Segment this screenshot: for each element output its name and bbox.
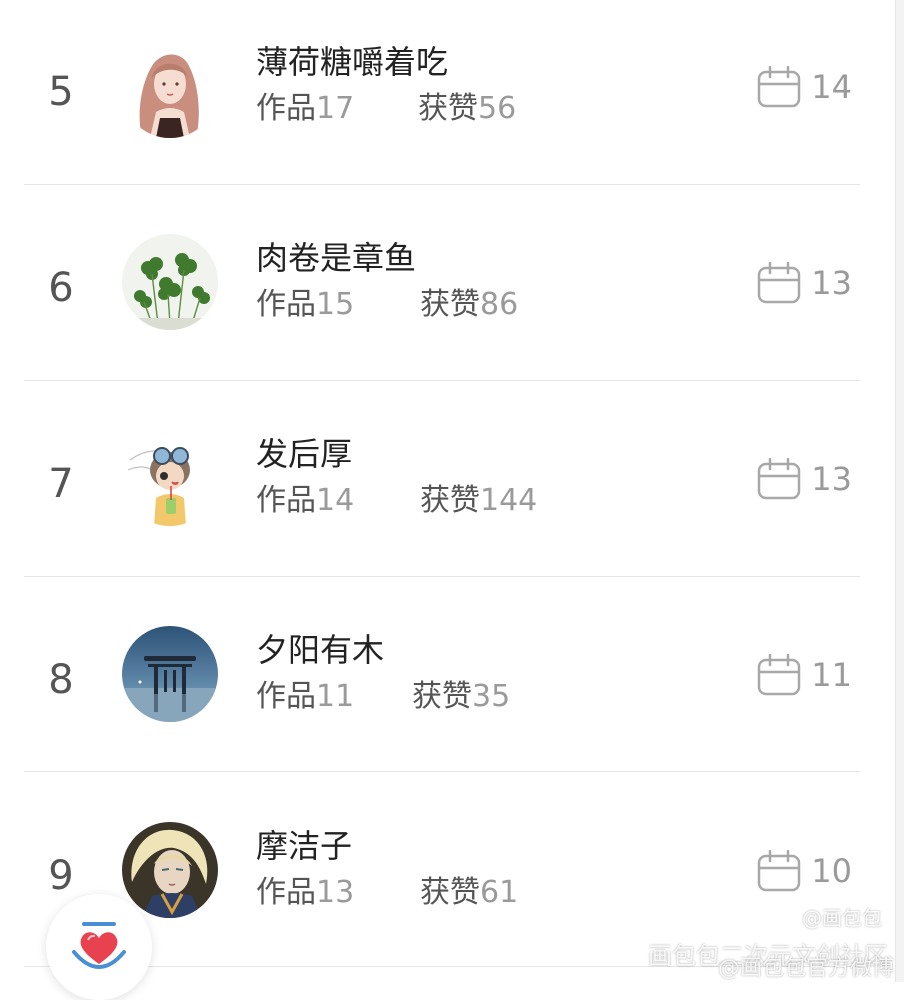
likes-value: 61 xyxy=(480,875,519,910)
works-value: 13 xyxy=(316,875,355,910)
row-divider xyxy=(24,771,860,772)
calendar-icon xyxy=(758,458,801,500)
active-days: 11 xyxy=(757,654,852,696)
works-label: 作品 xyxy=(256,679,316,714)
works-count: 作品15 xyxy=(256,290,354,320)
watermark-handle: @画包包 xyxy=(802,906,882,930)
user-name[interactable]: 摩洁子 xyxy=(256,830,352,862)
user-name[interactable]: 肉卷是章鱼 xyxy=(256,242,416,274)
works-value: 14 xyxy=(316,483,355,518)
works-count: 作品14 xyxy=(256,486,354,516)
works-count: 作品13 xyxy=(256,878,354,908)
ranking-row[interactable]: 7 发后厚 作品14 获赞144 13 xyxy=(0,392,896,588)
ranking-row[interactable]: 5 薄荷糖嚼着吃 作品17 获赞56 14 xyxy=(0,0,896,196)
user-name[interactable]: 夕阳有木 xyxy=(256,634,384,666)
likes-count: 获赞35 xyxy=(412,682,510,712)
likes-count: 获赞61 xyxy=(420,878,518,908)
user-avatar[interactable] xyxy=(122,430,218,526)
ranking-row[interactable]: 6 肉卷是章鱼 作品15 获赞86 13 xyxy=(0,196,896,392)
row-divider xyxy=(24,380,860,381)
likes-label: 获赞 xyxy=(412,679,472,714)
rank-number: 8 xyxy=(48,657,74,703)
works-value: 15 xyxy=(316,287,355,322)
likes-count: 获赞56 xyxy=(418,94,516,124)
likes-label: 获赞 xyxy=(420,287,480,322)
user-name[interactable]: 薄荷糖嚼着吃 xyxy=(256,46,448,78)
row-divider xyxy=(24,184,860,185)
active-days: 13 xyxy=(757,262,852,304)
days-count: 13 xyxy=(811,460,852,498)
ranking-row[interactable]: 8 夕阳有木 作品11 获赞35 11 xyxy=(0,588,896,784)
works-count: 作品11 xyxy=(256,682,354,712)
calendar-icon xyxy=(758,66,801,108)
days-count: 10 xyxy=(811,852,852,890)
likes-value: 86 xyxy=(480,287,519,322)
active-days: 14 xyxy=(757,66,852,108)
days-count: 11 xyxy=(811,656,852,694)
likes-label: 获赞 xyxy=(420,483,480,518)
days-count: 13 xyxy=(811,264,852,302)
watermark-weibo: @画包包官方微博 xyxy=(717,956,894,981)
works-label: 作品 xyxy=(256,91,316,126)
floating-home-button[interactable] xyxy=(46,894,152,1000)
row-divider xyxy=(24,576,860,577)
calendar-icon xyxy=(758,262,801,304)
active-days: 10 xyxy=(757,850,852,892)
rank-number: 5 xyxy=(48,69,74,115)
days-count: 14 xyxy=(811,68,852,106)
scroll-track xyxy=(895,0,904,982)
likes-label: 获赞 xyxy=(418,91,478,126)
rank-number: 7 xyxy=(48,461,74,507)
works-value: 11 xyxy=(316,679,355,714)
user-avatar[interactable] xyxy=(122,234,218,330)
likes-value: 35 xyxy=(472,679,511,714)
user-avatar[interactable] xyxy=(122,822,218,918)
active-days: 13 xyxy=(757,458,852,500)
calendar-icon xyxy=(758,654,801,696)
user-avatar[interactable] xyxy=(122,626,218,722)
rank-number: 9 xyxy=(48,853,74,899)
user-name[interactable]: 发后厚 xyxy=(256,438,352,470)
works-label: 作品 xyxy=(256,483,316,518)
likes-value: 56 xyxy=(478,91,517,126)
calendar-icon xyxy=(758,850,801,892)
works-label: 作品 xyxy=(256,287,316,322)
likes-value: 144 xyxy=(480,483,538,518)
heart-bowl-icon xyxy=(72,922,126,969)
works-count: 作品17 xyxy=(256,94,354,124)
works-value: 17 xyxy=(316,91,355,126)
user-avatar[interactable] xyxy=(122,42,218,138)
works-label: 作品 xyxy=(256,875,316,910)
likes-label: 获赞 xyxy=(420,875,480,910)
likes-count: 获赞86 xyxy=(420,290,518,320)
likes-count: 获赞144 xyxy=(420,486,537,516)
rank-number: 6 xyxy=(48,265,74,311)
